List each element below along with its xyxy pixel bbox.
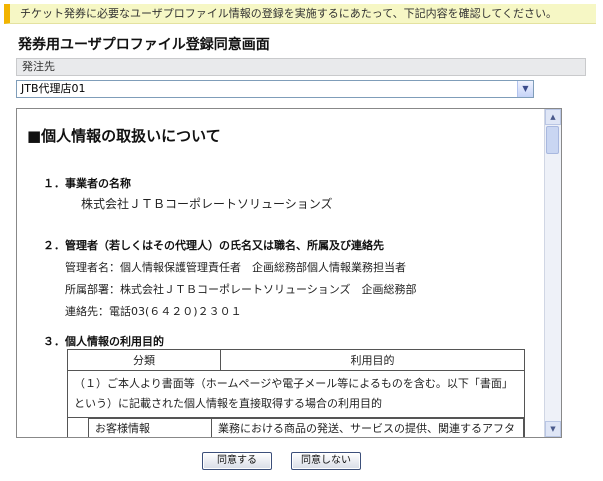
table-row: お客様情報 業務における商品の発送、サービスの提供、関連するアフターサービ xyxy=(67,417,525,437)
instruction-notice: チケット発券に必要なユーザプロファイル情報の登録を実施するにあたって、下記内容を… xyxy=(4,4,596,24)
department-line: 所属部署：株式会社ＪＴＢコーポレートソリューションズ 企画総務部 xyxy=(65,283,417,296)
manager-name-line: 管理者名：個人情報保護管理責任者 企画総務部個人情報業務担当者 xyxy=(65,261,406,274)
contact-line: 連絡先：電話03(６４２０)２３０１ xyxy=(65,305,242,318)
scrollbar-thumb[interactable] xyxy=(546,126,559,154)
sub-table: お客様情報 業務における商品の発送、サービスの提供、関連するアフターサービ xyxy=(88,418,524,437)
scroll-up-icon[interactable]: ▲ xyxy=(545,109,561,125)
page-title: 発券用ユーザプロファイル登録同意画面 xyxy=(18,37,270,53)
order-destination-value: JTB代理店01 xyxy=(21,82,86,95)
table-header-category: 分類 xyxy=(67,349,221,371)
purpose-table: 分類 利用目的 （１）ご本人より書面等（ホームページや電子メール等によるものを含… xyxy=(67,349,525,437)
table-cell-direct-collection: （１）ご本人より書面等（ホームページや電子メール等によるものを含む。以下「書面」… xyxy=(67,370,525,418)
company-name: 株式会社ＪＴＢコーポレートソリューションズ xyxy=(81,197,333,211)
document-heading: ■個人情報の取扱いについて xyxy=(27,127,221,145)
table-header-row: 分類 利用目的 xyxy=(67,349,525,371)
table-cell-customer-purpose: 業務における商品の発送、サービスの提供、関連するアフターサービ xyxy=(211,418,524,437)
chevron-down-icon[interactable]: ▼ xyxy=(517,81,533,97)
table-row: （１）ご本人より書面等（ホームページや電子メール等によるものを含む。以下「書面」… xyxy=(67,370,525,418)
privacy-policy-document: ■個人情報の取扱いについて １．事業者の名称 株式会社ＪＴＢコーポレートソリュー… xyxy=(16,108,562,438)
section2-title: ２．管理者（若しくはその代理人）の氏名又は職名、所属及び連絡先 xyxy=(43,239,384,252)
section1-title: １．事業者の名称 xyxy=(43,177,131,190)
table-row: お客様情報 業務における商品の発送、サービスの提供、関連するアフターサービ xyxy=(88,418,524,437)
scroll-down-icon[interactable]: ▼ xyxy=(545,421,561,437)
disagree-button[interactable]: 同意しない xyxy=(291,452,361,470)
table-cell-customer-info: お客様情報 xyxy=(88,418,212,437)
document-scrollbar[interactable]: ▲ ▼ xyxy=(544,109,561,437)
document-content: ■個人情報の取扱いについて １．事業者の名称 株式会社ＪＴＢコーポレートソリュー… xyxy=(17,109,545,437)
table-cell-subrow: お客様情報 業務における商品の発送、サービスの提供、関連するアフターサービ xyxy=(67,417,525,437)
order-destination-select[interactable]: JTB代理店01 ▼ xyxy=(16,80,534,98)
section3-title: ３．個人情報の利用目的 xyxy=(43,335,164,348)
order-destination-header: 発注先 xyxy=(16,58,586,76)
agree-button[interactable]: 同意する xyxy=(202,452,272,470)
table-header-purpose: 利用目的 xyxy=(220,349,525,371)
